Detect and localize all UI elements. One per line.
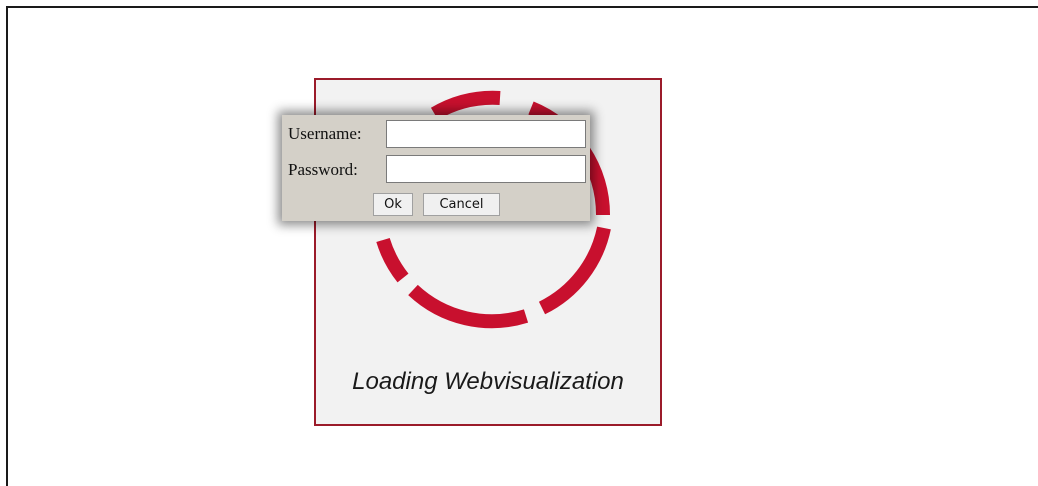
loading-text: Loading Webvisualization: [352, 368, 624, 395]
ok-button[interactable]: Ok: [373, 193, 413, 216]
spinner-segment: [376, 237, 409, 283]
spinner-segment: [430, 90, 501, 120]
username-field[interactable]: [386, 120, 586, 148]
cancel-button[interactable]: Cancel: [423, 193, 500, 216]
spinner-segment: [408, 284, 529, 329]
username-label: Username:: [288, 124, 362, 143]
password-label: Password:: [288, 160, 358, 179]
spinner-segment: [538, 226, 611, 315]
login-dialog: Username: Password: Ok Cancel: [282, 115, 590, 221]
password-field[interactable]: [386, 155, 586, 183]
